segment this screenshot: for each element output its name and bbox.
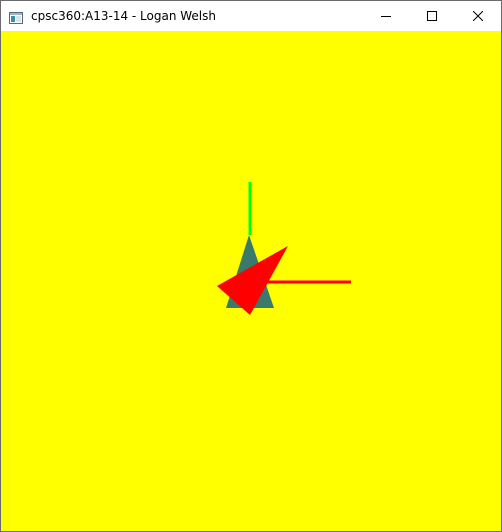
close-icon	[473, 11, 483, 21]
minimize-button[interactable]	[363, 1, 409, 31]
minimize-icon	[381, 11, 391, 21]
maximize-button[interactable]	[409, 1, 455, 31]
app-window-icon	[9, 9, 23, 24]
app-window: cpsc360:A13-14 - Logan Welsh	[0, 0, 502, 532]
window-title: cpsc360:A13-14 - Logan Welsh	[31, 9, 216, 23]
render-canvas[interactable]	[1, 31, 501, 531]
close-button[interactable]	[455, 1, 501, 31]
maximize-icon	[427, 11, 437, 21]
title-bar[interactable]: cpsc360:A13-14 - Logan Welsh	[1, 1, 501, 31]
